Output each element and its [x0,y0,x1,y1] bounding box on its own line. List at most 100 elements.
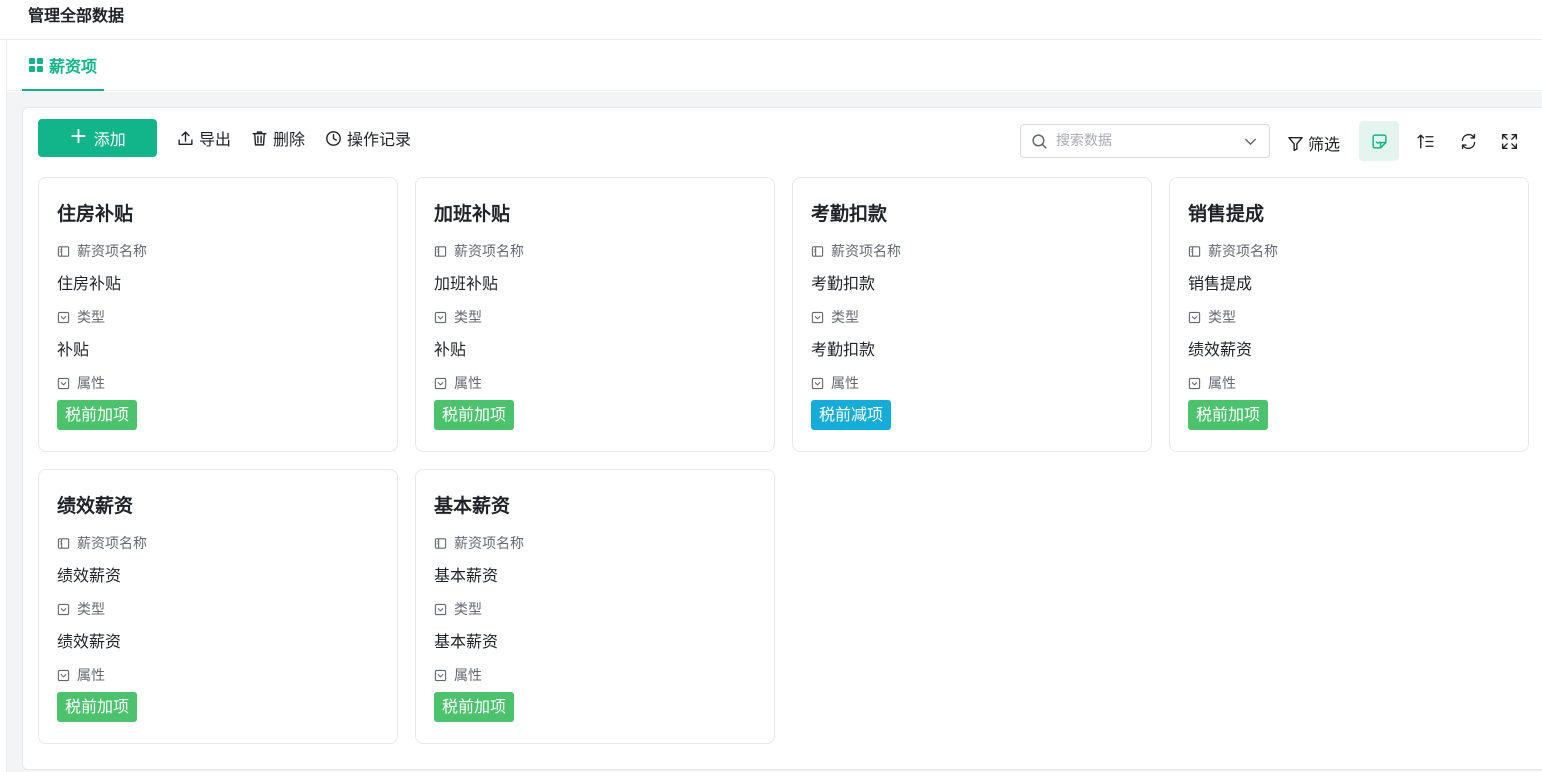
salary-item-card[interactable]: 销售提成 薪资项名称 销售提成 类型 绩效薪资 属性 税前加项 [1169,177,1529,452]
select-field-icon [57,311,70,323]
field-label-type: 类型 [57,599,105,619]
field-label-attr: 属性 [57,665,105,685]
page-title: 管理全部数据 [28,6,125,25]
clock-icon [326,130,341,146]
field-label-text: 类型 [77,310,105,326]
field-label-text: 薪资项名称 [77,536,147,552]
refresh-icon [1461,133,1475,149]
tab-salary-items[interactable]: 薪资项 [22,41,105,91]
field-label-text: 属性 [454,668,482,684]
field-label-attr: 属性 [434,665,482,685]
text-field-icon [57,537,70,549]
history-label: 操作记录 [347,130,412,149]
field-value-name: 住房补贴 [57,274,122,293]
select-field-icon [57,669,70,681]
refresh-button[interactable] [1448,121,1488,161]
salary-item-card[interactable]: 考勤扣款 薪资项名称 考勤扣款 类型 考勤扣款 属性 税前减项 [792,177,1152,452]
select-field-icon [57,603,70,615]
card-title: 住房补贴 [57,203,134,225]
field-label-name: 薪资项名称 [434,533,524,553]
field-label-text: 属性 [1208,376,1236,392]
field-label-text: 属性 [77,668,105,684]
field-label-type: 类型 [57,307,105,327]
attr-tag: 税前加项 [434,400,515,430]
select-field-icon [434,311,447,323]
field-value-name: 绩效薪资 [57,566,122,585]
page-header: 管理全部数据 [0,0,1542,40]
field-label-attr: 属性 [811,373,859,393]
card-title: 基本薪资 [434,495,511,517]
select-field-icon [434,603,447,615]
field-value-type: 基本薪资 [434,632,499,651]
field-label-text: 薪资项名称 [454,244,524,260]
text-field-icon [434,245,447,257]
field-label-text: 类型 [1208,310,1236,326]
delete-label: 删除 [273,130,306,149]
field-value-type: 考勤扣款 [811,340,876,359]
text-field-icon [1188,245,1201,257]
field-value-type: 绩效薪资 [57,632,122,651]
field-value-name: 基本薪资 [434,566,499,585]
field-label-name: 薪资项名称 [57,241,147,261]
trash-icon [252,130,267,146]
upload-icon [178,130,193,145]
grid-icon [29,58,43,72]
sort-icon [1416,133,1434,149]
search-box[interactable] [1020,124,1270,158]
field-label-name: 薪资项名称 [57,533,147,553]
field-label-text: 薪资项名称 [454,536,524,552]
delete-button[interactable]: 删除 [251,126,305,150]
attr-tag: 税前加项 [434,692,515,722]
card-title: 绩效薪资 [57,495,134,517]
filter-icon [1288,136,1303,151]
field-value-name: 销售提成 [1188,274,1253,293]
export-label: 导出 [199,130,232,149]
field-label-text: 类型 [454,310,482,326]
filter-button[interactable]: 筛选 [1287,131,1340,155]
field-label-text: 属性 [77,376,105,392]
select-field-icon [811,377,824,389]
add-button[interactable]: + 添加 [38,119,157,157]
select-field-icon [434,377,447,389]
field-label-type: 类型 [811,307,859,327]
attr-tag: 税前减项 [811,400,892,430]
fullscreen-icon [1501,133,1517,149]
select-field-icon [1188,377,1201,389]
card-title: 销售提成 [1188,203,1265,225]
field-label-type: 类型 [1188,307,1236,327]
text-field-icon [57,245,70,257]
attr-tag: 税前加项 [57,400,138,430]
field-label-name: 薪资项名称 [1188,241,1278,261]
field-label-text: 薪资项名称 [831,244,901,260]
field-label-attr: 属性 [434,373,482,393]
filter-label: 筛选 [1308,135,1341,154]
history-button[interactable]: 操作记录 [325,126,411,150]
select-field-icon [811,311,824,323]
chevron-down-icon[interactable] [1242,133,1259,150]
field-label-text: 薪资项名称 [1208,244,1278,260]
toolbar-actions: + 添加 导出 删除 操作记录 [38,119,411,157]
field-label-attr: 属性 [57,373,105,393]
salary-item-card[interactable]: 基本薪资 薪资项名称 基本薪资 类型 基本薪资 属性 税前加项 [415,469,775,744]
export-button[interactable]: 导出 [177,126,231,150]
field-label-type: 类型 [434,599,482,619]
search-icon [1032,133,1047,149]
search-input[interactable] [1056,133,1234,149]
fullscreen-button[interactable] [1489,121,1529,161]
field-label-text: 类型 [77,602,105,618]
sort-button[interactable] [1405,121,1445,161]
plus-icon: + [69,123,88,149]
salary-item-card[interactable]: 加班补贴 薪资项名称 加班补贴 类型 补贴 属性 税前加项 [415,177,775,452]
card-title: 考勤扣款 [811,203,888,225]
tab-label: 薪资项 [49,57,98,76]
attr-tag: 税前加项 [1188,400,1269,430]
field-value-type: 补贴 [434,340,467,359]
field-value-name: 加班补贴 [434,274,499,293]
attr-tag: 税前加项 [57,692,138,722]
tab-bar: 薪资项 [7,41,1542,91]
salary-item-card[interactable]: 绩效薪资 薪资项名称 绩效薪资 类型 绩效薪资 属性 税前加项 [38,469,398,744]
card-view-button[interactable] [1359,121,1399,161]
select-field-icon [57,377,70,389]
salary-item-card[interactable]: 住房补贴 薪资项名称 住房补贴 类型 补贴 属性 税前加项 [38,177,398,452]
field-label-text: 属性 [454,376,482,392]
